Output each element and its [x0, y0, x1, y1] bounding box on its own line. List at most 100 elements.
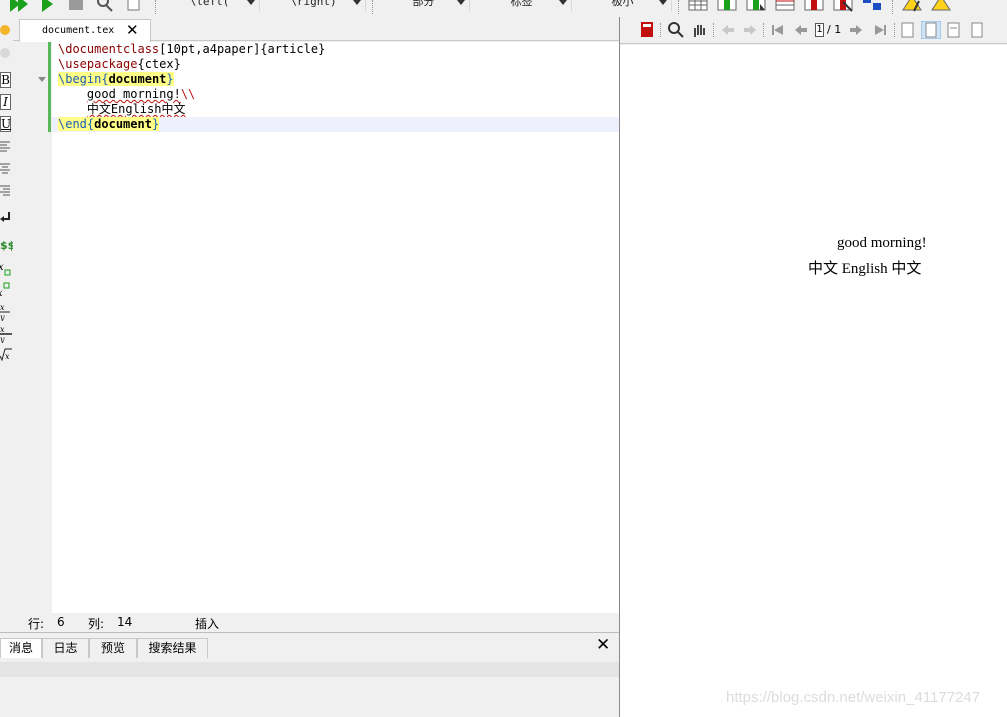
delete-table-icon[interactable]	[833, 0, 853, 12]
forward-icon[interactable]	[743, 22, 757, 38]
pdf-sync-icon[interactable]	[640, 22, 654, 38]
page-icon[interactable]	[126, 0, 142, 12]
latex-command: \usepackage	[58, 57, 138, 71]
toolbar-separator	[892, 0, 893, 14]
line-gutter	[13, 42, 52, 613]
remove-row-icon[interactable]	[775, 0, 795, 12]
pdf-page[interactable]: good morning! 中文 English 中文 https://blog…	[620, 45, 1007, 717]
toolbar-separator	[660, 23, 661, 37]
pdf-text-line: good morning!	[837, 235, 927, 251]
structure-icon[interactable]	[0, 23, 12, 37]
fit-page-icon[interactable]	[921, 21, 941, 39]
table-icon[interactable]	[688, 0, 708, 12]
code-line: \usepackage{ctex}	[52, 57, 619, 72]
watermark: https://blog.csdn.net/weixin_41177247	[726, 689, 981, 706]
size-combo[interactable]: 极小	[574, 0, 672, 11]
editor-tab-bar: document.tex ✕	[13, 17, 619, 42]
svg-text:y: y	[0, 335, 5, 343]
run-icon[interactable]	[40, 0, 54, 12]
relation-icon[interactable]	[0, 46, 12, 60]
chevron-down-icon	[247, 0, 255, 5]
add-column-icon[interactable]	[717, 0, 737, 12]
subscript-icon[interactable]: x	[0, 261, 12, 277]
fraction-icon[interactable]: xy	[0, 303, 12, 321]
remove-column-icon[interactable]	[804, 0, 824, 12]
stop-icon[interactable]	[68, 0, 84, 12]
code-lines: \documentclass[10pt,a4paper]{article} \u…	[52, 42, 619, 132]
back-icon[interactable]	[721, 22, 735, 38]
align-left-icon[interactable]	[0, 140, 12, 154]
svg-text:x: x	[0, 262, 4, 273]
view-icon[interactable]	[95, 0, 115, 12]
column-label: 列:	[88, 617, 105, 631]
page-total: / 1	[827, 23, 842, 36]
left-delimiter-combo[interactable]: \left(	[160, 0, 260, 11]
latex-begin: \begin	[58, 72, 102, 86]
tab-preview[interactable]: 预览	[89, 638, 137, 658]
bottom-panel: 消息 日志 预览 搜索结果 ✕	[0, 632, 619, 717]
svg-text:x: x	[5, 352, 10, 361]
column-value: 14	[117, 615, 133, 629]
tab-messages[interactable]: 消息	[0, 638, 42, 658]
combo-label: \right)	[290, 0, 337, 8]
tab-label: document.tex	[42, 25, 115, 36]
latex-args: {ctex}	[137, 57, 181, 71]
continuous-icon[interactable]	[970, 22, 984, 38]
add-row-icon[interactable]	[746, 0, 766, 12]
toolbar-separator	[763, 23, 764, 37]
toolbar-separator	[155, 0, 156, 14]
pdf-text-line: 中文 English 中文	[808, 261, 922, 277]
right-delimiter-combo[interactable]: \right)	[262, 0, 366, 11]
latex-end: \end	[58, 117, 87, 131]
zoom-page-icon[interactable]	[947, 22, 961, 38]
fit-width-icon[interactable]	[901, 22, 915, 38]
combo-label: 部分	[412, 0, 435, 8]
first-page-icon[interactable]	[771, 22, 785, 38]
underline-button[interactable]: U	[0, 116, 11, 132]
sqrt-icon[interactable]: x	[0, 347, 12, 363]
hand-icon[interactable]	[691, 22, 707, 38]
status-bar: 行: 6 列: 14 插入	[0, 613, 619, 632]
previous-page-icon[interactable]	[794, 22, 808, 38]
fold-arrow-icon[interactable]	[38, 77, 46, 82]
row-label: 行:	[28, 617, 45, 631]
svg-text:x: x	[0, 325, 5, 334]
texmaker-window: \left( \right) 部分 标签 极小 B I U $$ x y x y…	[0, 0, 1007, 717]
pdf-toolbar: 1 / 1	[620, 17, 1007, 44]
body-text: good morning!	[86, 87, 181, 101]
latex-env: document	[94, 117, 152, 131]
tab-search-results[interactable]: 搜索结果	[137, 638, 208, 658]
align-table-icon[interactable]	[862, 0, 882, 12]
svg-text:y: y	[0, 313, 5, 321]
line-break: \\	[180, 87, 196, 101]
bold-button[interactable]: B	[0, 72, 11, 88]
code-line: \documentclass[10pt,a4paper]{article}	[52, 42, 619, 57]
next-warning-icon[interactable]	[931, 0, 951, 12]
close-icon[interactable]: ✕	[596, 635, 610, 655]
page-number-input[interactable]: 1	[815, 23, 824, 37]
close-icon[interactable]: ✕	[126, 21, 139, 39]
svg-text:x: x	[0, 303, 5, 312]
toolbar-separator	[894, 23, 895, 37]
label-combo[interactable]: 标签	[472, 0, 572, 11]
math-mode-button[interactable]: $$	[0, 239, 13, 252]
last-page-icon[interactable]	[873, 22, 887, 38]
search-icon[interactable]	[668, 22, 684, 38]
align-center-icon[interactable]	[0, 162, 12, 176]
new-line-icon[interactable]	[0, 211, 12, 225]
section-combo[interactable]: 部分	[378, 0, 470, 11]
dfrac-icon[interactable]: xy	[0, 325, 12, 343]
message-area	[0, 662, 619, 677]
body-text: 中文English中文	[86, 102, 186, 116]
tab-document[interactable]: document.tex ✕	[19, 19, 151, 42]
latex-args: [10pt,a4paper]{article}	[159, 42, 326, 56]
tab-log[interactable]: 日志	[42, 638, 89, 658]
next-page-icon[interactable]	[849, 22, 863, 38]
warning-icon[interactable]	[902, 0, 922, 12]
italic-button[interactable]: I	[0, 94, 11, 110]
code-editor[interactable]: \documentclass[10pt,a4paper]{article} \u…	[13, 42, 619, 613]
superscript-icon[interactable]: x	[0, 282, 12, 298]
quick-build-icon[interactable]	[8, 0, 30, 12]
align-right-icon[interactable]	[0, 184, 12, 198]
toolbar-separator	[678, 0, 679, 14]
